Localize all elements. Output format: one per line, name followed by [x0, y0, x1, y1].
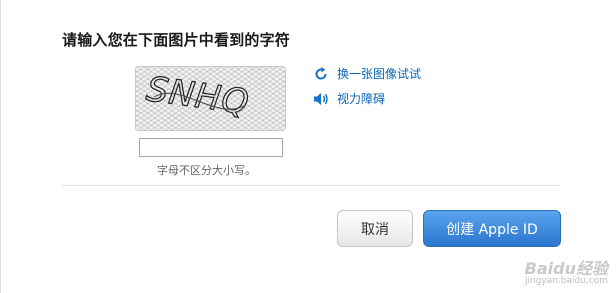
cancel-button[interactable]: 取消	[337, 210, 413, 247]
captcha-image: SNHQ	[135, 66, 286, 131]
refresh-captcha-label: 换一张图像试试	[337, 67, 422, 81]
watermark-url: jingyan.baidu.com	[524, 276, 608, 286]
captcha-heading: 请输入您在下面图片中看到的字符	[62, 31, 291, 49]
create-apple-id-button[interactable]: 创建 Apple ID	[423, 210, 561, 247]
case-insensitive-hint: 字母不区分大小写。	[157, 164, 256, 177]
speaker-icon	[313, 91, 329, 107]
vision-impaired-link[interactable]: 视力障碍	[313, 90, 385, 107]
captcha-image-text: SNHQ	[144, 69, 252, 123]
refresh-captcha-link[interactable]: 换一张图像试试	[313, 65, 421, 82]
dialog-divider	[62, 185, 560, 186]
baidu-watermark: Baidu经验 jingyan.baidu.com	[524, 259, 608, 287]
dialog-left-border	[0, 0, 1, 293]
captcha-input[interactable]	[139, 138, 283, 157]
watermark-brand: Baidu经验	[524, 259, 608, 278]
refresh-icon	[313, 66, 329, 82]
vision-impaired-label: 视力障碍	[337, 92, 386, 106]
